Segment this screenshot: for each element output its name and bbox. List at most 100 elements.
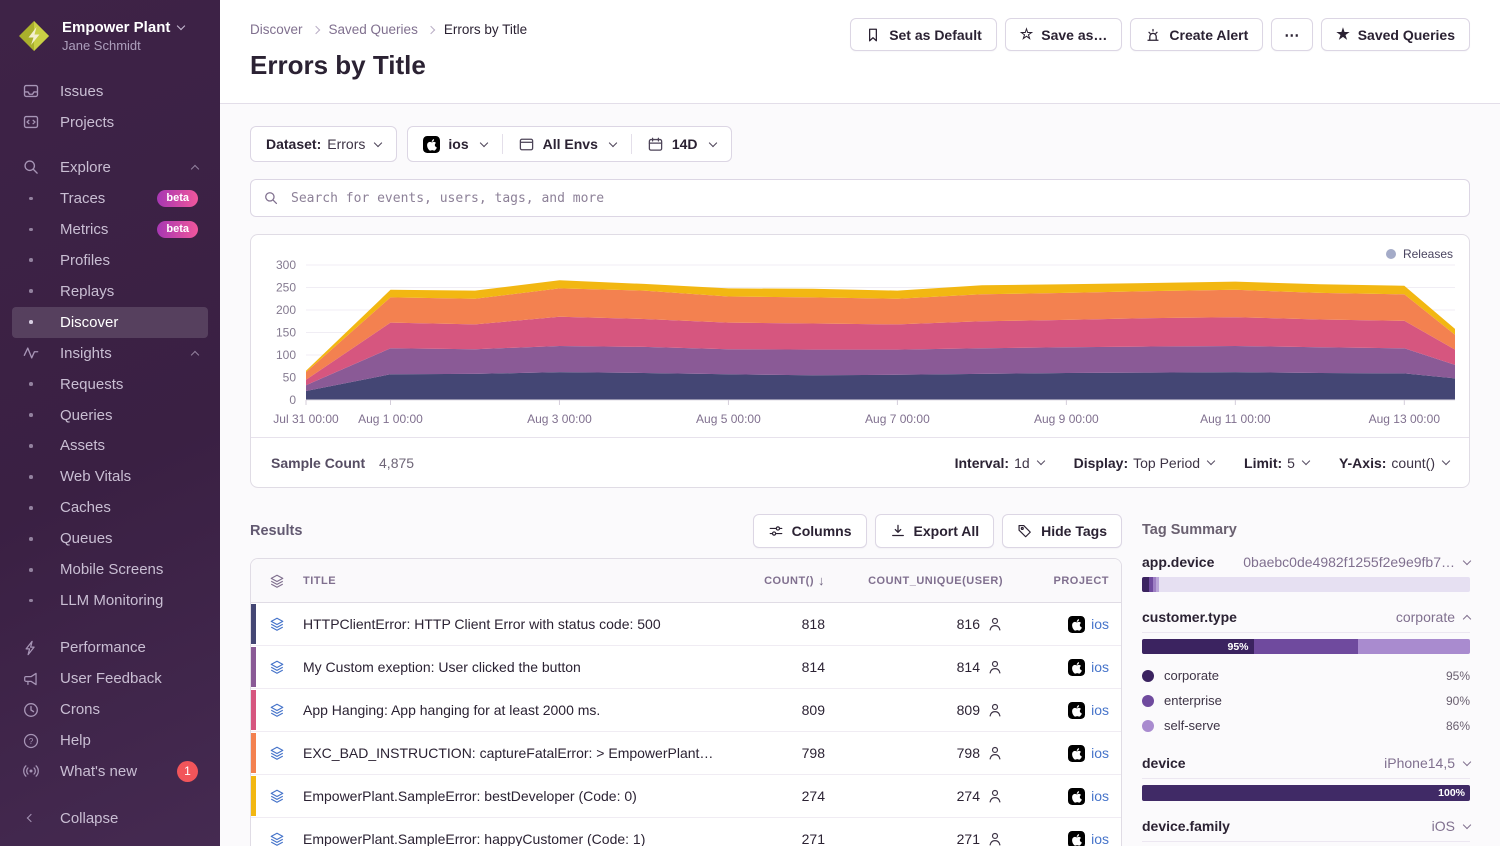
error-title[interactable]: EmpowerPlant.SampleError: happyCustomer … (303, 831, 715, 846)
column-header-count-unique[interactable]: COUNT_UNIQUE(USER) (825, 575, 1003, 587)
hide-tags-button[interactable]: Hide Tags (1002, 514, 1122, 548)
sidebar-collapse-button[interactable]: Collapse (12, 803, 208, 834)
bullet-icon (20, 320, 42, 324)
error-title[interactable]: HTTPClientError: HTTP Client Error with … (303, 616, 715, 632)
error-title[interactable]: My Custom exeption: User clicked the but… (303, 659, 715, 675)
chevron-down-icon (1463, 556, 1471, 564)
create-alert-button[interactable]: Create Alert (1130, 18, 1263, 51)
project-link[interactable]: ios (1091, 788, 1109, 804)
sidebar-section-insights[interactable]: Insights (12, 338, 208, 369)
y-axis-select[interactable]: Y-Axis: count() (1339, 455, 1449, 471)
table-row[interactable]: EmpowerPlant.SampleError: bestDeveloper … (251, 775, 1121, 818)
org-name: Empower Plant (62, 19, 170, 36)
table-row[interactable]: EmpowerPlant.SampleError: happyCustomer … (251, 818, 1121, 846)
bullet-icon (20, 289, 42, 293)
tag-item-percent: 95% (1446, 669, 1470, 683)
sidebar-item-requests[interactable]: Requests (12, 369, 208, 400)
dataset-selector[interactable]: Dataset: Errors (250, 126, 397, 162)
svg-text:Aug 1 00:00: Aug 1 00:00 (358, 412, 423, 426)
project-link[interactable]: ios (1091, 831, 1109, 846)
project-filter[interactable]: ios (408, 127, 501, 161)
sidebar-item-label: Web Vitals (60, 468, 131, 485)
svg-text:Jul 31 00:00: Jul 31 00:00 (273, 412, 339, 426)
table-row[interactable]: HTTPClientError: HTTP Client Error with … (251, 603, 1121, 646)
display-select[interactable]: Display: Top Period (1074, 455, 1214, 471)
sidebar-item-replays[interactable]: Replays (12, 276, 208, 307)
tag-key: app.device (1142, 554, 1214, 570)
sidebar-item-help[interactable]: ? Help (12, 725, 208, 756)
column-header-project[interactable]: PROJECT (1003, 575, 1121, 587)
bullet-icon (20, 413, 42, 417)
save-as-button[interactable]: ☆ Save as… (1005, 18, 1123, 51)
project-link[interactable]: ios (1091, 745, 1109, 761)
sidebar-item-queries[interactable]: Queries (12, 400, 208, 431)
sidebar-item-user-feedback[interactable]: User Feedback (12, 663, 208, 694)
page-header: Discover Saved Queries Errors by Title E… (220, 0, 1500, 104)
sidebar-item-whats-new[interactable]: What's new 1 (12, 756, 208, 787)
project-link[interactable]: ios (1091, 659, 1109, 675)
columns-button[interactable]: Columns (753, 514, 867, 548)
button-label: Hide Tags (1041, 523, 1107, 539)
tag-breakdown-row[interactable]: self-serve 86% (1142, 713, 1470, 738)
org-switcher[interactable]: Empower Plant Jane Schmidt (0, 10, 220, 68)
project-link[interactable]: ios (1091, 702, 1109, 718)
sidebar-item-llm-monitoring[interactable]: LLM Monitoring (12, 585, 208, 616)
sidebar-item-assets[interactable]: Assets (12, 430, 208, 461)
date-filter[interactable]: 14D (632, 127, 731, 161)
tag-section-header[interactable]: device.family iOS (1142, 818, 1470, 842)
sidebar-item-profiles[interactable]: Profiles (12, 245, 208, 276)
project-link[interactable]: ios (1091, 616, 1109, 632)
set-as-default-button[interactable]: Set as Default (850, 18, 997, 51)
svg-text:0: 0 (289, 393, 296, 407)
sidebar-item-metrics[interactable]: Metrics beta (12, 214, 208, 245)
tag-section-header[interactable]: app.device 0baebc0de4982f1255f2e9e9fb7… (1142, 554, 1470, 577)
sidebar-item-traces[interactable]: Traces beta (12, 183, 208, 214)
sidebar-item-performance[interactable]: Performance (12, 632, 208, 663)
sidebar-item-discover[interactable]: Discover (12, 307, 208, 338)
chevron-up-icon (1463, 614, 1471, 622)
export-all-button[interactable]: Export All (875, 514, 995, 548)
sidebar-item-label: LLM Monitoring (60, 592, 163, 609)
search-input[interactable] (289, 190, 1457, 207)
count-unique-value: 809 (957, 702, 980, 718)
error-title[interactable]: EmpowerPlant.SampleError: bestDeveloper … (303, 788, 715, 804)
interval-select[interactable]: Interval: 1d (955, 455, 1044, 471)
tag-section-header[interactable]: device iPhone14,5 (1142, 755, 1470, 779)
error-title[interactable]: App Hanging: App hanging for at least 20… (303, 702, 715, 718)
tag-section-header[interactable]: customer.type corporate (1142, 609, 1470, 633)
breadcrumb-discover[interactable]: Discover (250, 22, 303, 37)
tag-breakdown-row[interactable]: corporate 95% (1142, 663, 1470, 688)
error-title[interactable]: EXC_BAD_INSTRUCTION: captureFatalError: … (303, 745, 715, 761)
sidebar-item-projects[interactable]: Projects (12, 107, 208, 138)
table-row[interactable]: EXC_BAD_INSTRUCTION: captureFatalError: … (251, 732, 1121, 775)
more-options-button[interactable]: ⋯ (1271, 18, 1313, 51)
sidebar-item-crons[interactable]: Crons (12, 694, 208, 725)
column-header-count[interactable]: COUNT()↓ (715, 573, 825, 588)
tag-breakdown-row[interactable]: enterprise 90% (1142, 688, 1470, 713)
table-row[interactable]: App Hanging: App hanging for at least 20… (251, 689, 1121, 732)
sidebar-item-issues[interactable]: Issues (12, 76, 208, 107)
series-color-swatch (251, 647, 256, 687)
chevron-right-icon (427, 26, 435, 34)
sidebar-item-caches[interactable]: Caches (12, 492, 208, 523)
user-icon (987, 659, 1003, 675)
sidebar-item-queues[interactable]: Queues (12, 523, 208, 554)
notification-badge: 1 (177, 761, 198, 782)
environment-filter[interactable]: All Envs (503, 127, 631, 161)
tag-item-label: self-serve (1164, 718, 1220, 733)
apple-icon (1068, 745, 1085, 762)
sidebar-section-explore[interactable]: Explore (12, 152, 208, 183)
breadcrumb-saved-queries[interactable]: Saved Queries (329, 22, 418, 37)
lightning-icon (20, 639, 42, 657)
svg-text:Aug 5 00:00: Aug 5 00:00 (696, 412, 761, 426)
table-row[interactable]: My Custom exeption: User clicked the but… (251, 646, 1121, 689)
column-header-title[interactable]: TITLE (303, 575, 715, 587)
saved-queries-button[interactable]: ★ Saved Queries (1321, 18, 1470, 51)
button-label: Save as… (1041, 27, 1107, 43)
limit-select[interactable]: Limit: 5 (1244, 455, 1309, 471)
bullet-icon (20, 382, 42, 386)
releases-legend[interactable]: Releases (1386, 247, 1453, 261)
sidebar-item-mobile-screens[interactable]: Mobile Screens (12, 554, 208, 585)
chevron-down-icon (708, 138, 716, 146)
sidebar-item-web-vitals[interactable]: Web Vitals (12, 461, 208, 492)
